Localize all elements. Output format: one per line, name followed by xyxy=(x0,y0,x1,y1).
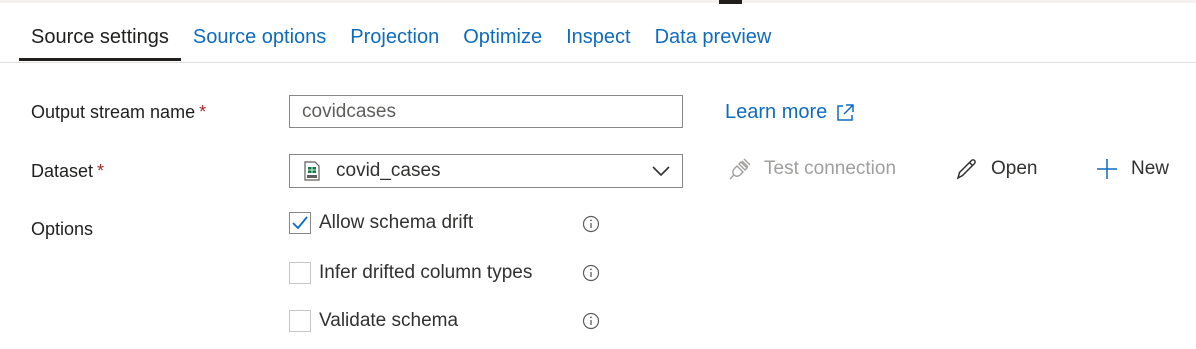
options-label: Options xyxy=(31,219,94,239)
top-notch xyxy=(719,0,742,4)
info-icon[interactable] xyxy=(582,215,600,233)
output-stream-input[interactable]: covidcases xyxy=(289,95,683,128)
tab-bar: Source settings Source options Projectio… xyxy=(19,18,783,63)
test-connection-button[interactable]: Test connection xyxy=(728,157,896,181)
dataset-label-row: Dataset * xyxy=(31,161,104,182)
learn-more-label: Learn more xyxy=(725,101,828,123)
info-icon[interactable] xyxy=(582,312,600,330)
tab-inspect[interactable]: Inspect xyxy=(554,18,642,60)
pencil-icon xyxy=(956,159,976,180)
tab-projection[interactable]: Projection xyxy=(338,18,451,60)
validate-schema-label: Validate schema xyxy=(319,310,459,331)
required-mark: * xyxy=(199,102,207,122)
new-button[interactable]: New xyxy=(1095,157,1169,181)
required-mark: * xyxy=(97,161,105,181)
allow-schema-drift-label: Allow schema drift xyxy=(319,212,474,233)
test-connection-label: Test connection xyxy=(764,158,897,179)
tabs-divider xyxy=(0,62,1196,63)
validate-schema-checkbox[interactable] xyxy=(289,310,311,332)
new-label: New xyxy=(1131,158,1170,179)
open-label: Open xyxy=(991,158,1038,179)
allow-schema-drift-checkbox[interactable] xyxy=(289,212,311,234)
tab-optimize[interactable]: Optimize xyxy=(451,18,554,60)
infer-drifted-column-types-row: Infer drifted column types xyxy=(289,262,532,284)
output-stream-label: Output stream name xyxy=(31,102,196,122)
validate-schema-row: Validate schema xyxy=(289,310,458,332)
dataset-label: Dataset xyxy=(31,161,94,181)
chevron-down-icon[interactable] xyxy=(652,165,670,177)
checkmark-icon xyxy=(292,216,308,230)
infer-drifted-column-types-label: Infer drifted column types xyxy=(319,262,533,283)
top-rule xyxy=(0,0,1196,3)
allow-schema-drift-row: Allow schema drift xyxy=(289,212,473,234)
dataset-value: covid_cases xyxy=(336,160,441,181)
dataset-select[interactable]: covid_cases xyxy=(289,154,683,188)
external-link-icon xyxy=(837,103,855,121)
tab-source-options[interactable]: Source options xyxy=(181,18,338,60)
csv-file-icon xyxy=(304,161,320,181)
tab-data-preview[interactable]: Data preview xyxy=(643,18,784,60)
open-button[interactable]: Open xyxy=(955,157,1037,181)
plus-icon xyxy=(1097,159,1117,179)
plug-icon xyxy=(729,158,751,180)
infer-drifted-column-types-checkbox[interactable] xyxy=(289,262,311,284)
tab-source-settings[interactable]: Source settings xyxy=(19,18,181,61)
output-stream-label-row: Output stream name * xyxy=(31,102,206,123)
info-icon[interactable] xyxy=(582,264,600,282)
learn-more-link[interactable]: Learn more xyxy=(725,101,855,124)
